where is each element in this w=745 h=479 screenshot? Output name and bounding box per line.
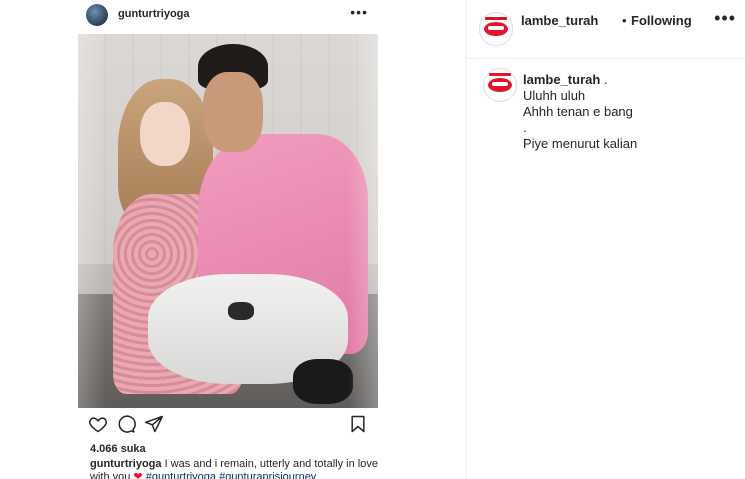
embedded-caption: gunturtriyoga I was and i remain, utterl… bbox=[90, 458, 380, 479]
following-button[interactable]: Following bbox=[631, 13, 692, 28]
embedded-likes-count: 4.066 suka bbox=[90, 443, 146, 455]
comment-icon bbox=[118, 415, 136, 433]
post-image[interactable]: gunturtriyoga ••• 4.066 suka gunturtriyo bbox=[0, 0, 466, 479]
comment-avatar[interactable] bbox=[483, 68, 517, 102]
comment-line: Uluhh uluh bbox=[523, 88, 586, 103]
ellipsis-icon: ••• bbox=[350, 4, 368, 20]
embedded-photo bbox=[78, 34, 378, 408]
comment-body: lambe_turah . Uluhh uluh Ahhh tenan e ba… bbox=[523, 72, 733, 152]
embedded-action-row bbox=[78, 412, 378, 438]
post-header: lambe_turah • Following ••• bbox=[467, 0, 745, 59]
ellipsis-icon[interactable]: ••• bbox=[714, 8, 736, 29]
comment-line: Ahhh tenan e bang bbox=[523, 104, 633, 119]
caption-username: gunturtriyoga bbox=[90, 458, 162, 470]
heart-emoji: ❤ bbox=[133, 471, 143, 479]
bookmark-icon bbox=[351, 415, 365, 433]
heart-icon bbox=[89, 417, 107, 433]
comment-line: . bbox=[523, 120, 527, 135]
embedded-post-header: gunturtriyoga ••• bbox=[78, 0, 378, 30]
header-username[interactable]: lambe_turah bbox=[521, 13, 598, 28]
separator-dot: • bbox=[622, 13, 627, 28]
share-icon bbox=[144, 415, 164, 433]
embedded-username: gunturtriyoga bbox=[118, 8, 190, 20]
comment-username[interactable]: lambe_turah bbox=[523, 72, 600, 87]
comment-line: . bbox=[603, 72, 608, 87]
post-side-panel: lambe_turah • Following ••• lambe_turah … bbox=[466, 0, 745, 479]
avatar[interactable] bbox=[479, 12, 513, 46]
caption-hashtags: #gunturtriyoga #gunturaprisjourney bbox=[145, 471, 317, 479]
embedded-avatar bbox=[86, 4, 108, 26]
comment-line: Piye menurut kalian bbox=[523, 136, 638, 151]
